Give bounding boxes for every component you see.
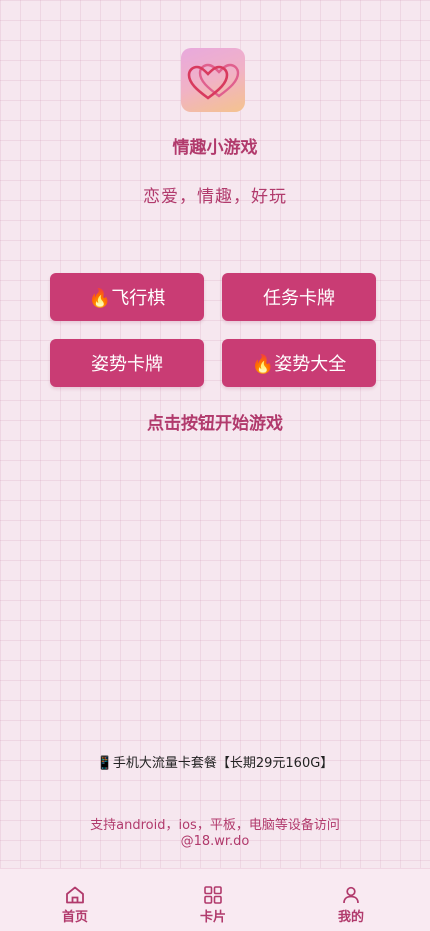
app-title: 情趣小游戏 [172,138,258,158]
promo-link[interactable]: 📱手机大流量卡套餐【长期29元160G】 [0,752,430,771]
app-slogan: 恋爱，情趣，好玩 [143,187,287,207]
tab-home-label: 首页 [61,910,88,925]
user-icon [343,886,359,904]
flight-chess-button[interactable]: 🔥飞行棋 [50,273,204,321]
app-logo [181,48,245,112]
tab-home[interactable]: 首页 [25,869,125,931]
start-hint: 点击按钮开始游戏 [147,414,283,434]
task-cards-button[interactable]: 任务卡牌 [222,273,376,321]
home-icon [66,886,84,904]
tab-cards[interactable]: 卡片 [163,869,263,931]
device-support-text: 支持android，ios，平板，电脑等设备访问 [90,818,340,833]
position-cards-button[interactable]: 姿势卡牌 [50,339,204,387]
tab-cards-label: 卡片 [199,910,226,925]
tab-profile-label: 我的 [337,910,364,925]
bottom-tabbar: 首页 卡片 我的 [0,868,430,931]
double-heart-icon [187,63,240,100]
position-collection-button[interactable]: 🔥姿势大全 [222,339,376,387]
grid-icon [204,886,222,904]
domain-text: @18.wr.do [180,834,250,849]
tab-profile[interactable]: 我的 [301,869,401,931]
